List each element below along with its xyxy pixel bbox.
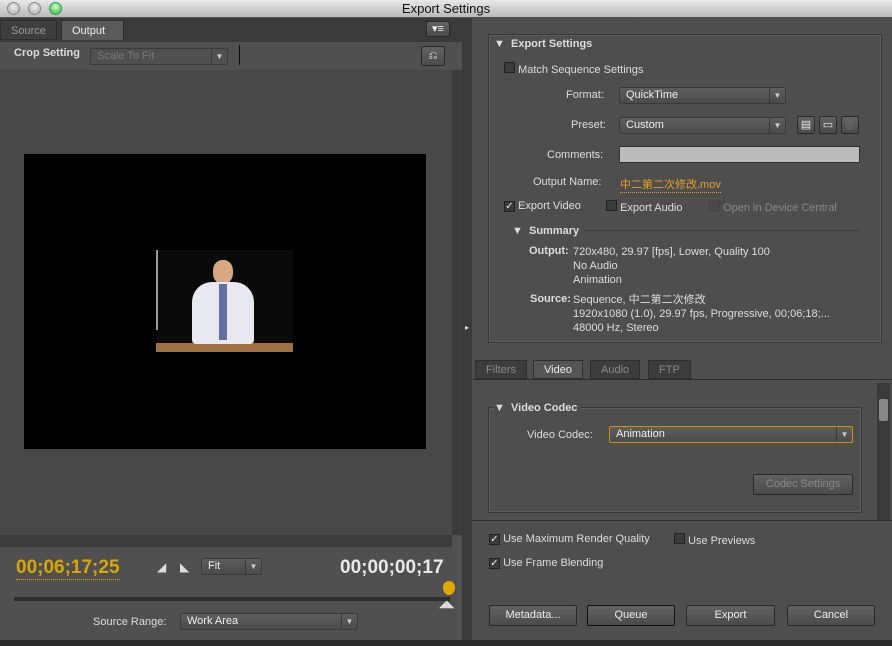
output-name-label: Output Name: [533, 176, 602, 188]
close-button[interactable] [7, 2, 20, 15]
summary-output-label: Output: [529, 245, 569, 257]
comments-input[interactable] [619, 146, 860, 163]
set-out-point-icon[interactable]: ◣ [180, 560, 189, 574]
summary-source: Sequence, 中二第二次修改 1920x1080 (1.0), 29.97 … [573, 294, 830, 334]
metadata-button[interactable]: Metadata... [489, 605, 577, 626]
summary-header[interactable]: ▼ Summary [512, 225, 579, 237]
window-title: Export Settings [401, 1, 491, 16]
tab-filters[interactable]: Filters [475, 360, 527, 379]
queue-button[interactable]: Queue [587, 605, 675, 626]
delete-preset-icon[interactable]: 🗑 [841, 116, 859, 134]
export-audio-checkbox[interactable]: Export Audio [606, 200, 682, 214]
tab-video[interactable]: Video [533, 360, 583, 379]
tab-ftp[interactable]: FTP [648, 360, 691, 379]
duration-timecode: 00;00;00;17 [340, 557, 444, 578]
export-button[interactable]: Export [686, 605, 775, 626]
tab-audio[interactable]: Audio [590, 360, 641, 379]
source-range-label: Source Range: [93, 616, 167, 628]
export-video-checkbox[interactable]: ✓ Export Video [504, 200, 581, 212]
device-central-checkbox[interactable]: Open in Device Central [709, 200, 837, 214]
match-sequence-checkbox[interactable]: Match Sequence Settings [504, 62, 643, 76]
preset-label: Preset: [571, 119, 606, 131]
output-name-link[interactable]: 中二第二次修改.mov [620, 176, 721, 193]
format-dropdown[interactable]: QuickTime ▼ [619, 87, 786, 104]
tab-output[interactable]: Output [61, 20, 124, 40]
crop-reset-icon[interactable]: ⎌ [421, 46, 445, 66]
save-preset-icon[interactable]: ▤ [797, 116, 815, 134]
zoom-dropdown[interactable]: Fit ▼ [201, 558, 262, 575]
tab-source[interactable]: Source [0, 20, 57, 40]
panel-menu-icon[interactable]: ▾≡ [426, 21, 450, 37]
format-label: Format: [566, 89, 604, 101]
export-settings-header[interactable]: ▼ Export Settings [494, 38, 592, 50]
video-codec-section [488, 407, 862, 513]
import-preset-icon[interactable]: ▭ [819, 116, 837, 134]
timeline-scrubber[interactable] [14, 597, 450, 601]
set-in-point-icon[interactable]: ◢ [157, 560, 166, 574]
left-panel: Source Output ▾≡ Crop Setting Scale To F… [0, 18, 462, 640]
video-codec-dropdown[interactable]: Animation ▼ [609, 426, 853, 443]
source-range-dropdown[interactable]: Work Area ▼ [180, 613, 358, 630]
preview-area [0, 70, 452, 535]
max-render-quality-checkbox[interactable]: ✓ Use Maximum Render Quality [489, 533, 650, 545]
current-timecode[interactable]: 00;06;17;25 [16, 557, 120, 580]
video-codec-label: Video Codec: [527, 429, 593, 441]
summary-output: 720x480, 29.97 [fps], Lower, Quality 100… [573, 246, 770, 286]
frame-blending-checkbox[interactable]: ✓ Use Frame Blending [489, 557, 603, 569]
video-codec-header[interactable]: ▼ Video Codec [494, 402, 582, 414]
zoom-button[interactable] [49, 2, 62, 15]
horizontal-scrollbar[interactable] [0, 535, 452, 547]
minimize-button[interactable] [28, 2, 41, 15]
cancel-button[interactable]: Cancel [787, 605, 875, 626]
use-previews-checkbox[interactable]: Use Previews [674, 533, 755, 547]
divider [239, 45, 240, 65]
video-frame [24, 154, 426, 449]
playhead-handle[interactable] [443, 581, 455, 595]
video-person-image [156, 250, 293, 352]
summary-source-label: Source: [530, 293, 571, 305]
settings-scrollbar[interactable] [877, 383, 890, 520]
preset-dropdown[interactable]: Custom ▼ [619, 117, 786, 134]
title-bar: Export Settings [0, 0, 892, 18]
panel-splitter[interactable]: ▸ [462, 18, 472, 640]
crop-setting-label: Crop Setting [14, 47, 80, 59]
work-area-handles-icon[interactable]: ◢◣ [439, 599, 454, 610]
codec-settings-button[interactable]: Codec Settings [753, 474, 853, 495]
crop-setting-dropdown[interactable]: Scale To Fit ▼ [90, 48, 228, 65]
vertical-scrollbar[interactable] [452, 70, 462, 535]
comments-label: Comments: [547, 149, 604, 161]
